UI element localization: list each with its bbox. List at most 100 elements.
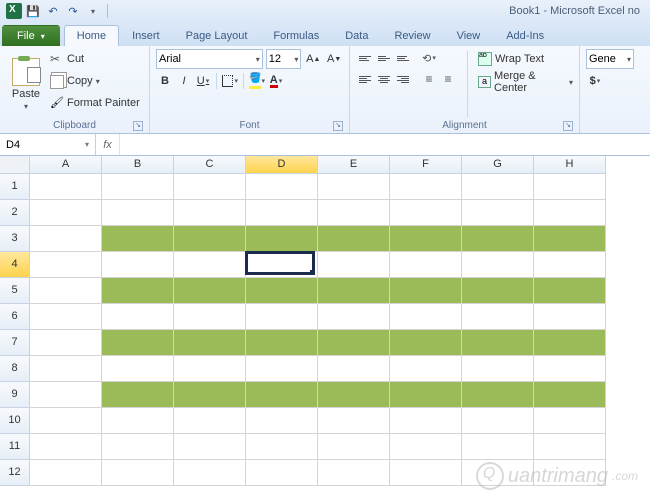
cell[interactable] — [246, 304, 318, 330]
cell[interactable] — [534, 304, 606, 330]
cell[interactable] — [246, 252, 318, 278]
cell[interactable] — [462, 434, 534, 460]
row-header-2[interactable]: 2 — [0, 200, 30, 226]
clipboard-launcher[interactable]: ↘ — [133, 121, 143, 131]
cell[interactable] — [174, 200, 246, 226]
cell[interactable] — [102, 226, 174, 252]
row-header-10[interactable]: 10 — [0, 408, 30, 434]
cell[interactable] — [390, 460, 462, 486]
cell[interactable] — [318, 356, 390, 382]
qat-customize-button[interactable]: ▾ — [84, 2, 102, 20]
row-header-12[interactable]: 12 — [0, 460, 30, 486]
decrease-indent-button[interactable] — [420, 70, 438, 88]
cell[interactable] — [534, 330, 606, 356]
align-center-button[interactable] — [375, 70, 393, 88]
cell[interactable] — [30, 174, 102, 200]
name-box[interactable]: D4▾ — [0, 134, 96, 155]
orientation-button[interactable]: ▾ — [420, 49, 438, 67]
cell[interactable] — [318, 382, 390, 408]
cell[interactable] — [30, 304, 102, 330]
tab-addins[interactable]: Add-Ins — [493, 25, 557, 46]
cell[interactable] — [30, 382, 102, 408]
cell[interactable] — [318, 252, 390, 278]
row-header-9[interactable]: 9 — [0, 382, 30, 408]
cell[interactable] — [390, 356, 462, 382]
cell[interactable] — [30, 278, 102, 304]
cell[interactable] — [246, 434, 318, 460]
currency-button[interactable]: ▾ — [586, 72, 604, 90]
cell[interactable] — [246, 408, 318, 434]
cell[interactable] — [102, 174, 174, 200]
cell[interactable] — [534, 382, 606, 408]
cell[interactable] — [462, 304, 534, 330]
cell[interactable] — [30, 226, 102, 252]
cell[interactable] — [246, 278, 318, 304]
cell[interactable] — [174, 408, 246, 434]
cell[interactable] — [174, 434, 246, 460]
cell[interactable] — [462, 356, 534, 382]
cell[interactable] — [30, 252, 102, 278]
font-name-select[interactable]: Arial — [156, 49, 263, 69]
align-middle-button[interactable] — [375, 49, 393, 67]
cell[interactable] — [102, 304, 174, 330]
cells-area[interactable] — [30, 174, 606, 486]
cell[interactable] — [462, 226, 534, 252]
underline-button[interactable]: U▾ — [194, 72, 212, 90]
cell[interactable] — [462, 382, 534, 408]
cell[interactable] — [534, 356, 606, 382]
col-header-G[interactable]: G — [462, 156, 534, 174]
cell[interactable] — [462, 408, 534, 434]
merge-center-button[interactable]: Merge & Center ▾ — [478, 72, 573, 92]
cell[interactable] — [534, 200, 606, 226]
row-header-5[interactable]: 5 — [0, 278, 30, 304]
cut-button[interactable]: Cut — [50, 49, 140, 69]
row-header-1[interactable]: 1 — [0, 174, 30, 200]
col-header-E[interactable]: E — [318, 156, 390, 174]
cell[interactable] — [318, 200, 390, 226]
fx-button[interactable]: fx — [96, 134, 120, 155]
col-header-D[interactable]: D — [246, 156, 318, 174]
cell[interactable] — [390, 304, 462, 330]
cell[interactable] — [30, 460, 102, 486]
tab-review[interactable]: Review — [381, 25, 443, 46]
tab-home[interactable]: Home — [64, 25, 119, 46]
cell[interactable] — [102, 434, 174, 460]
tab-formulas[interactable]: Formulas — [260, 25, 332, 46]
undo-button[interactable]: ↶ — [44, 2, 62, 20]
cell[interactable] — [462, 278, 534, 304]
cell[interactable] — [102, 382, 174, 408]
row-header-7[interactable]: 7 — [0, 330, 30, 356]
cell[interactable] — [462, 174, 534, 200]
row-header-11[interactable]: 11 — [0, 434, 30, 460]
redo-button[interactable]: ↷ — [64, 2, 82, 20]
font-size-select[interactable]: 12 — [266, 49, 302, 69]
cell[interactable] — [174, 278, 246, 304]
cell[interactable] — [534, 408, 606, 434]
cell[interactable] — [390, 278, 462, 304]
cell[interactable] — [246, 174, 318, 200]
cell[interactable] — [318, 278, 390, 304]
align-left-button[interactable] — [356, 70, 374, 88]
tab-file[interactable]: File — [2, 25, 60, 46]
tab-data[interactable]: Data — [332, 25, 381, 46]
border-button[interactable]: ▾ — [221, 72, 239, 90]
cell[interactable] — [390, 200, 462, 226]
select-all-corner[interactable] — [0, 156, 30, 174]
col-header-A[interactable]: A — [30, 156, 102, 174]
cell[interactable] — [102, 252, 174, 278]
cell[interactable] — [102, 278, 174, 304]
cell[interactable] — [30, 408, 102, 434]
cell[interactable] — [318, 330, 390, 356]
paste-button[interactable]: Paste ▾ — [6, 49, 46, 119]
col-header-H[interactable]: H — [534, 156, 606, 174]
wrap-text-button[interactable]: ab Wrap Text — [478, 49, 573, 69]
cell[interactable] — [174, 174, 246, 200]
cell[interactable] — [174, 382, 246, 408]
cell[interactable] — [534, 252, 606, 278]
grow-font-button[interactable]: A▲ — [304, 50, 322, 68]
align-bottom-button[interactable] — [394, 49, 412, 67]
font-color-button[interactable]: A▾ — [267, 72, 285, 90]
format-painter-button[interactable]: Format Painter — [50, 93, 140, 113]
col-header-F[interactable]: F — [390, 156, 462, 174]
align-top-button[interactable] — [356, 49, 374, 67]
